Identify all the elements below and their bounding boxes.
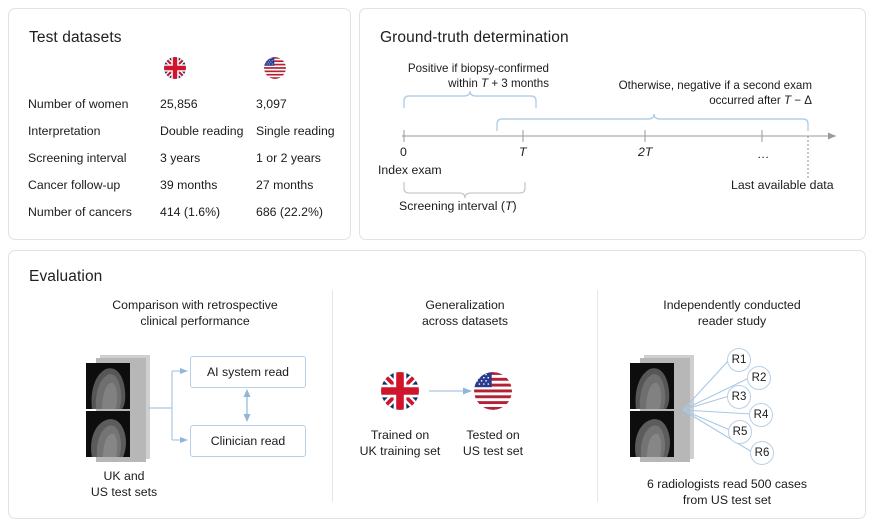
section-title-generalization: Generalization across datasets — [385, 298, 545, 329]
negative-caption-line2b: − Δ — [791, 94, 812, 107]
comparison-caption: UK and US test sets — [64, 469, 184, 500]
table-row-label-2: Screening interval — [28, 151, 126, 165]
comparison-caption-line2: US test sets — [91, 485, 157, 499]
reader-circle-r6[interactable]: R6 — [750, 441, 774, 465]
mammogram-image-top — [86, 363, 130, 409]
negative-caption-line2a: occurred after — [709, 94, 784, 107]
table-cell-uk-4: 414 (1.6%) — [160, 205, 220, 219]
reader-study-caption-line1: 6 radiologists read 500 cases — [647, 477, 807, 491]
panel-title-ground-truth: Ground-truth determination — [380, 29, 569, 47]
table-row-label-1: Interpretation — [28, 124, 100, 138]
generalization-left-caption-line2: UK training set — [360, 444, 441, 458]
reader-circle-r2[interactable]: R2 — [747, 366, 771, 390]
reader-study-caption: 6 radiologists read 500 cases from US te… — [612, 477, 842, 508]
table-cell-uk-3: 39 months — [160, 178, 217, 192]
positive-caption-line2a: within — [448, 77, 481, 90]
screening-interval-label-b: ) — [512, 199, 516, 213]
ai-system-read-box[interactable]: AI system read — [190, 356, 306, 388]
tick-label-ellipsis: … — [757, 147, 769, 161]
panel-title-evaluation: Evaluation — [29, 268, 102, 286]
reader-circle-r4[interactable]: R4 — [749, 403, 773, 427]
tick-label-T: T — [519, 145, 527, 159]
table-row-label-3: Cancer follow-up — [28, 178, 120, 192]
ai-system-read-label: AI system read — [207, 365, 289, 379]
section-title-generalization-line1: Generalization — [425, 298, 504, 312]
section-title-generalization-line2: across datasets — [422, 314, 508, 328]
reader-label-r4: R4 — [754, 409, 769, 421]
panel-title-test-datasets: Test datasets — [29, 29, 122, 47]
mammogram-image-reader-top — [630, 363, 674, 409]
mammogram-stack-comparison — [86, 355, 162, 465]
mammogram-image-reader-bottom — [630, 411, 674, 457]
section-title-reader-study-line1: Independently conducted — [663, 298, 800, 312]
table-cell-us-2: 1 or 2 years — [256, 151, 321, 165]
reader-label-r2: R2 — [752, 372, 767, 384]
clinician-read-label: Clinician read — [211, 434, 286, 448]
generalization-right-caption: Tested on US test set — [448, 428, 538, 459]
table-row-label-0: Number of women — [28, 97, 128, 111]
table-cell-us-0: 3,097 — [256, 97, 287, 111]
uk-flag-icon — [164, 57, 186, 79]
uk-flag-icon-generalization — [381, 372, 419, 410]
section-title-comparison: Comparison with retrospective clinical p… — [70, 298, 320, 329]
negative-caption-line2i: T — [784, 94, 791, 107]
screening-interval-label-a: Screening interval ( — [399, 199, 505, 213]
index-exam-label: Index exam — [378, 163, 442, 177]
reader-circle-r1[interactable]: R1 — [727, 348, 751, 372]
section-title-comparison-line2: clinical performance — [140, 314, 249, 328]
comparison-caption-line1: UK and — [103, 469, 144, 483]
reader-label-r3: R3 — [732, 391, 747, 403]
mammogram-image-bottom — [86, 411, 130, 457]
negative-caption-line1: Otherwise, negative if a second exam — [619, 79, 812, 92]
generalization-right-caption-line2: US test set — [463, 444, 523, 458]
positive-caption-line1: Positive if biopsy-confirmed — [408, 62, 549, 75]
table-cell-uk-2: 3 years — [160, 151, 200, 165]
tick-label-2T: 2T — [638, 145, 652, 159]
reader-label-r5: R5 — [733, 426, 748, 438]
table-cell-us-4: 686 (22.2%) — [256, 205, 323, 219]
generalization-right-caption-line1: Tested on — [466, 428, 519, 442]
positive-caption: Positive if biopsy-confirmed within T + … — [389, 62, 549, 91]
table-cell-uk-1: Double reading — [160, 124, 243, 138]
mammogram-stack-reader-study — [630, 355, 706, 465]
negative-caption: Otherwise, negative if a second exam occ… — [557, 79, 812, 108]
us-flag-icon-generalization — [474, 372, 512, 410]
reader-study-caption-line2: from US test set — [683, 493, 771, 507]
generalization-left-caption-line1: Trained on — [371, 428, 429, 442]
clinician-read-box[interactable]: Clinician read — [190, 425, 306, 457]
reader-label-r1: R1 — [732, 354, 747, 366]
generalization-left-caption: Trained on UK training set — [345, 428, 455, 459]
positive-caption-line2b: + 3 months — [488, 77, 549, 90]
us-flag-icon — [264, 57, 286, 79]
table-cell-us-1: Single reading — [256, 124, 335, 138]
last-available-data-label: Last available data — [731, 178, 834, 192]
tick-label-0: 0 — [400, 145, 407, 159]
section-title-comparison-line1: Comparison with retrospective — [112, 298, 277, 312]
evaluation-divider-1 — [332, 290, 333, 502]
reader-circle-r5[interactable]: R5 — [728, 420, 752, 444]
section-title-reader-study: Independently conducted reader study — [622, 298, 842, 329]
reader-circle-r3[interactable]: R3 — [727, 385, 751, 409]
table-row-label-4: Number of cancers — [28, 205, 132, 219]
reader-label-r6: R6 — [755, 447, 770, 459]
section-title-reader-study-line2: reader study — [698, 314, 766, 328]
table-cell-uk-0: 25,856 — [160, 97, 198, 111]
screening-interval-label: Screening interval (T) — [399, 199, 517, 213]
evaluation-divider-2 — [597, 290, 598, 502]
table-cell-us-3: 27 months — [256, 178, 313, 192]
